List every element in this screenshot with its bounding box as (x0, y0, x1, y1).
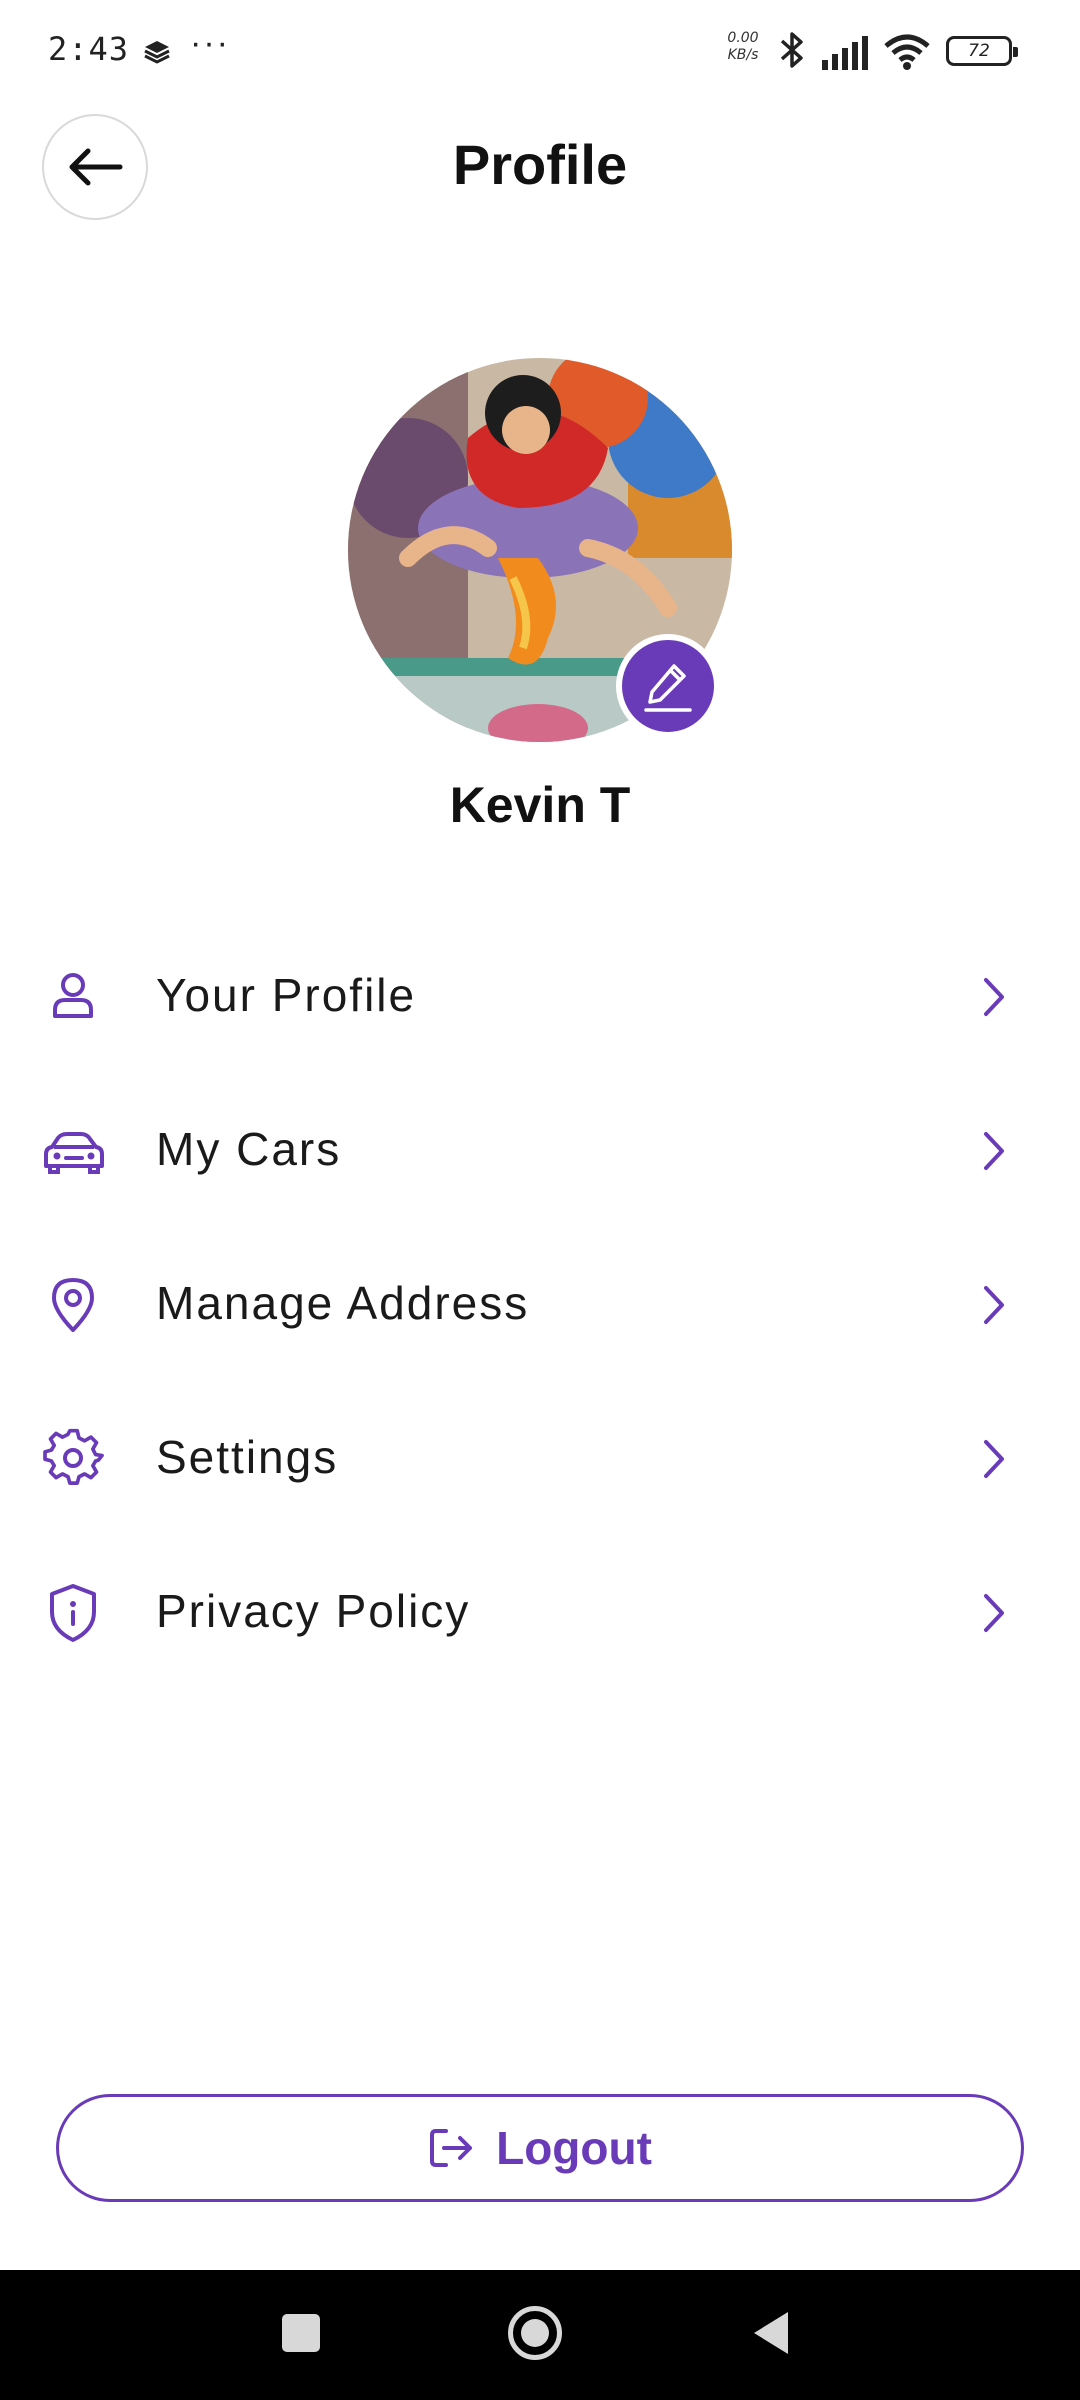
more-dots-icon: ··· (190, 24, 230, 62)
network-speed: 0.00 KB/s (718, 30, 768, 64)
menu-item-privacy-policy[interactable]: Privacy Policy (0, 1536, 1080, 1690)
user-name: Kevin T (449, 777, 631, 833)
bluetooth-icon (780, 32, 803, 68)
shield-info-icon (50, 1584, 96, 1642)
home-button-dot (521, 2319, 549, 2347)
edit-avatar-button[interactable] (616, 634, 720, 738)
page-title: Profile (452, 133, 628, 196)
logout-label: Logout (496, 2122, 652, 2174)
chevron-right-icon (984, 1286, 1004, 1324)
back-nav-button[interactable] (750, 2310, 792, 2356)
menu-item-label: Privacy Policy (156, 1585, 471, 1637)
network-speed-unit: KB/s (727, 47, 759, 63)
profile-menu: Your Profile My Cars Manage Address Sett… (0, 920, 1080, 1690)
pencil-icon (644, 664, 692, 712)
chevron-right-icon (984, 1132, 1004, 1170)
menu-item-label: Settings (156, 1431, 339, 1483)
home-button[interactable] (508, 2306, 562, 2360)
gear-icon (43, 1428, 104, 1485)
menu-item-my-cars[interactable]: My Cars (0, 1074, 1080, 1228)
location-pin-icon (52, 1278, 94, 1332)
logout-button[interactable]: Logout (56, 2094, 1024, 2202)
menu-item-manage-address[interactable]: Manage Address (0, 1228, 1080, 1382)
menu-item-settings[interactable]: Settings (0, 1382, 1080, 1536)
car-icon (44, 1132, 104, 1174)
signal-icon (822, 36, 868, 70)
user-icon (53, 973, 93, 1018)
wifi-icon (884, 34, 930, 70)
battery-level: 72 (968, 41, 990, 61)
status-bar: 2:43 ··· 0.00 KB/s 72 (0, 0, 1080, 104)
chevron-right-icon (984, 978, 1004, 1016)
profile-screen: 2:43 ··· 0.00 KB/s 72 Profile Kevin T Yo… (0, 0, 1080, 2400)
system-nav-bar (0, 2270, 1080, 2400)
menu-item-label: Manage Address (156, 1277, 530, 1329)
recents-button[interactable] (282, 2314, 320, 2352)
battery-icon: 72 (946, 36, 1018, 66)
layers-icon (144, 41, 170, 64)
menu-item-your-profile[interactable]: Your Profile (0, 920, 1080, 1074)
status-time: 2:43 (48, 30, 130, 68)
network-speed-value: 0.00 (727, 30, 759, 46)
chevron-right-icon (984, 1594, 1004, 1632)
logout-icon (430, 2129, 473, 2167)
menu-item-label: My Cars (156, 1123, 342, 1175)
menu-item-label: Your Profile (156, 969, 417, 1021)
chevron-right-icon (984, 1440, 1004, 1478)
